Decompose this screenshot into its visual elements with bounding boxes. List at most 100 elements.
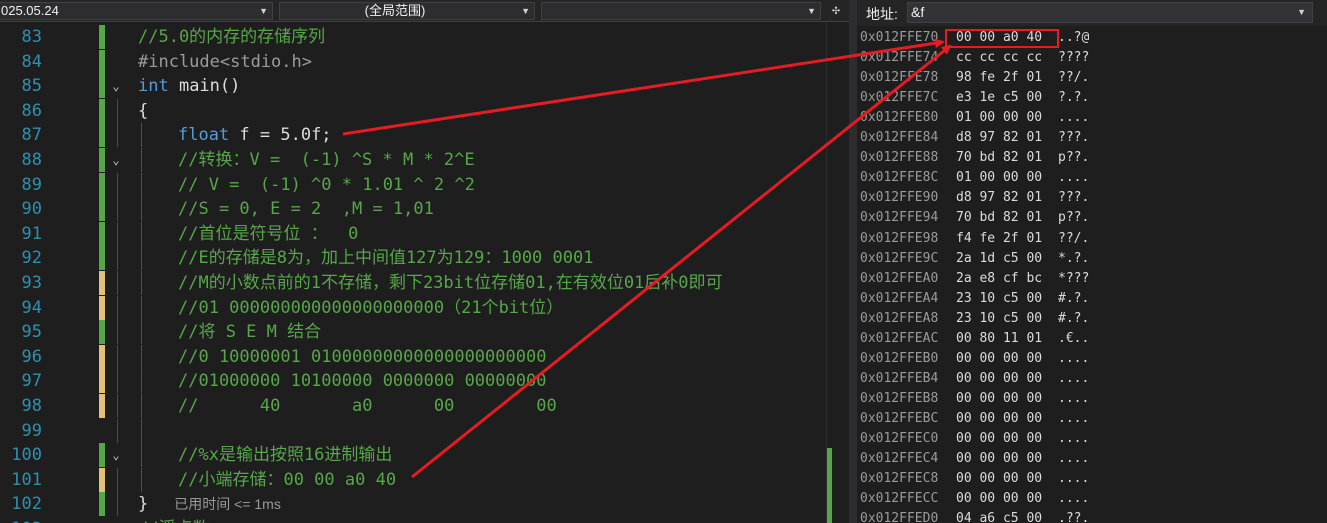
code-line[interactable]: 87 float f = 5.0f; (0, 123, 826, 148)
memory-bytes: 23 10 c5 00 (956, 310, 1043, 326)
line-number: 102 (11, 494, 42, 515)
code-line[interactable]: 98 // 40 a0 00 00 (0, 394, 826, 418)
comment-text: //S = 0, E = 2 ,M = 1,01 (178, 199, 434, 220)
memory-row[interactable]: 0x012FFEC8 00 00 00 00.... (857, 469, 1327, 489)
memory-row[interactable]: 0x012FFEB4 00 00 00 00.... (857, 369, 1327, 389)
editor-scrollbar[interactable] (826, 22, 849, 523)
comment-text: //首位是符号位 ： 0 (178, 223, 359, 244)
code-line[interactable]: 86 { (0, 98, 826, 123)
code-line[interactable]: 83 //5.0的内存的存储序列 (0, 25, 826, 49)
change-bar (99, 74, 105, 99)
memory-address: 0x012FFE74 (860, 50, 939, 66)
file-dropdown[interactable]: 025.05.24 ▼ (0, 2, 273, 20)
memory-row[interactable]: 0x012FFE9C 2a 1d c5 00 *.?. (857, 249, 1327, 269)
fold-guide (117, 320, 118, 345)
code-line[interactable]: 92 //E的存储是8为，加上中间值127为129：1000 0001 (0, 246, 826, 271)
memory-row[interactable]: 0x012FFEA8 23 10 c5 00 #.?. (857, 309, 1327, 329)
change-bar (99, 467, 105, 492)
code-line[interactable]: 95 //将 S E M 结合 (0, 320, 826, 345)
code-line[interactable]: 91 //首位是符号位 ： 0 (0, 221, 826, 246)
memory-row[interactable]: 0x012FFEC0 00 00 00 00.... (857, 429, 1327, 449)
change-bar (99, 320, 105, 345)
code-text: int main() (138, 74, 240, 98)
fold-toggle-icon[interactable]: ⌄ (109, 74, 123, 98)
memory-address: 0x012FFE84 (860, 130, 939, 146)
comment-text: //5.0的内存的存储序列 (138, 27, 326, 47)
fold-toggle-icon[interactable]: ⌄ (109, 148, 123, 172)
memory-row[interactable]: 0x012FFE8C 01 00 00 00.... (857, 168, 1327, 188)
scope-dropdown[interactable]: (全局范围) ▼ (279, 2, 535, 20)
memory-row[interactable]: 0x012FFE98 f4 fe 2f 01 ??/. (857, 229, 1327, 249)
code-line[interactable]: 99 (0, 418, 826, 443)
memory-row[interactable]: 0x012FFE70 00 00 a0 40 ..?@ (857, 28, 1327, 48)
memory-address: 0x012FFEB8 (860, 390, 939, 406)
split-editor-icon[interactable]: ✣ (826, 1, 846, 21)
code-line[interactable]: 90 //S = 0, E = 2 ,M = 1,01 (0, 197, 826, 222)
code-line[interactable]: 100 ⌄ //%x是输出按照16进制输出 (0, 443, 826, 468)
code-line[interactable]: 101 //小端存储：00 00 a0 40 (0, 467, 826, 492)
memory-row[interactable]: 0x012FFEAC 00 80 11 01 .€.. (857, 329, 1327, 349)
fold-toggle-icon[interactable]: ⌄ (109, 443, 123, 467)
memory-row[interactable]: 0x012FFE80 01 00 00 00.... (857, 108, 1327, 128)
memory-chars: p??. (1058, 210, 1090, 226)
memory-row[interactable]: 0x012FFEC4 00 00 00 00.... (857, 449, 1327, 469)
memory-row[interactable]: 0x012FFE78 98 fe 2f 01 ??/. (857, 68, 1327, 88)
member-dropdown[interactable]: ▼ (541, 2, 821, 20)
code-line[interactable]: 94 //01 000000000000000000000（21个bit位） (0, 295, 826, 320)
code-line[interactable]: 102} 已用时间 <= 1ms (0, 492, 826, 517)
memory-row[interactable]: 0x012FFEA4 23 10 c5 00 #.?. (857, 289, 1327, 309)
memory-chars: .... (1058, 431, 1090, 446)
code-area[interactable]: 83 //5.0的内存的存储序列 84 #include<stdio.h> 85 ⌄ int… (0, 22, 826, 523)
chevron-down-icon[interactable]: ▼ (1297, 3, 1306, 22)
address-value: &f (911, 4, 925, 20)
code-line[interactable]: 84 #include<stdio.h> (0, 49, 826, 74)
code-editor[interactable]: 025.05.24 ▼ (全局范围) ▼ ▼ ✣ 83 //5.0的内存的存储序列… (0, 0, 849, 523)
memory-row[interactable]: 0x012FFE74 cc cc cc cc???? (857, 48, 1327, 68)
code-text: // 40 a0 00 00 (178, 394, 557, 418)
line-number: 103 (0, 517, 42, 523)
code-span: #include<stdio.h> (138, 51, 312, 72)
memory-row[interactable]: 0x012FFEB0 00 00 00 00.... (857, 349, 1327, 369)
code-text: //浮点数 (138, 517, 209, 523)
memory-row[interactable]: 0x012FFED0 04 a6 c5 00.??. (857, 509, 1327, 523)
memory-row[interactable]: 0x012FFE84 d8 97 82 01???. (857, 128, 1327, 148)
memory-row[interactable]: 0x012FFEA0 2a e8 cf bc *??? (857, 269, 1327, 289)
code-line[interactable]: 103 //浮点数 (0, 517, 826, 523)
chevron-down-icon: ▼ (521, 6, 530, 16)
comment-text: //M的小数点前的1不存储，剩下23bit位存储01,在有效位01后补0即可 (178, 273, 723, 293)
code-line[interactable]: 89 // V = (-1) ^0 * 1.01 ^ 2 ^2 (0, 172, 826, 197)
comment-text: //01 000000000000000000000（21个bit位） (178, 297, 564, 318)
address-input[interactable]: &f ▼ (907, 2, 1313, 23)
code-line[interactable]: 97 //01000000 10100000 0000000 00000000 (0, 369, 826, 394)
change-bar (99, 25, 105, 49)
line-number: 88 (21, 150, 42, 170)
fold-guide (117, 123, 118, 148)
code-text: //01000000 10100000 0000000 00000000 (178, 369, 546, 393)
code-line[interactable]: 93 //M的小数点前的1不存储，剩下23bit位存储01,在有效位01后补0即可 (0, 271, 826, 295)
fold-guide (117, 492, 118, 517)
memory-row[interactable]: 0x012FFE94 70 bd 82 01 p??. (857, 208, 1327, 228)
code-line[interactable]: 85 ⌄ int main() (0, 74, 826, 99)
code-line[interactable]: 96 //0 10000001 01000000000000000000000 (0, 344, 826, 369)
pane-splitter[interactable] (849, 0, 857, 523)
chevron-down-icon: ▼ (259, 6, 268, 16)
memory-row[interactable]: 0x012FFEBC 00 00 00 00.... (857, 409, 1327, 429)
memory-row[interactable]: 0x012FFE88 70 bd 82 01 p??. (857, 148, 1327, 168)
change-bar (99, 369, 105, 394)
scope-dropdown-label: (全局范围) (364, 3, 426, 18)
memory-chars: .... (1058, 390, 1090, 406)
line-number: 99 (21, 420, 42, 441)
fold-guide (117, 394, 118, 418)
memory-row[interactable]: 0x012FFEB8 00 00 00 00.... (857, 389, 1327, 409)
indent-guide (141, 443, 142, 468)
memory-row[interactable]: 0x012FFE90 d8 97 82 01???. (857, 188, 1327, 208)
memory-bytes: 01 00 00 00 (956, 170, 1043, 186)
memory-row[interactable]: 0x012FFECC 00 00 00 00.... (857, 489, 1327, 509)
code-line[interactable]: 88 ⌄ //转换：V = (-1) ^S * M * 2^E (0, 148, 826, 172)
indent-guide (141, 467, 142, 492)
comment-text: //将 S E M 结合 (178, 322, 322, 343)
memory-bytes: 00 00 00 00 (956, 431, 1043, 446)
change-bar (99, 172, 105, 197)
memory-row[interactable]: 0x012FFE7C e3 1e c5 00?.?. (857, 88, 1327, 108)
memory-bytes: 00 00 00 00 (956, 471, 1043, 487)
